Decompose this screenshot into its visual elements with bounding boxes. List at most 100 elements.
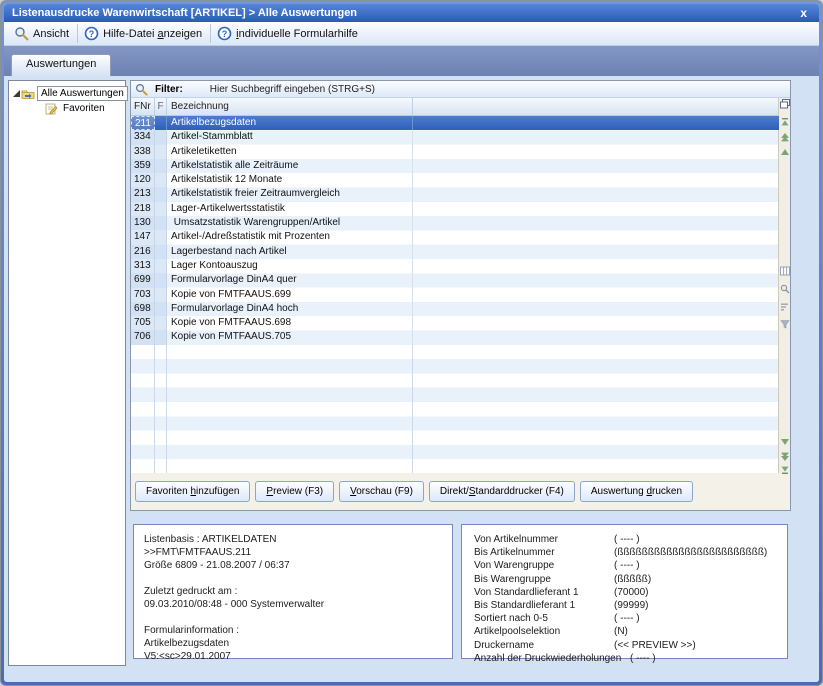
table-row[interactable]: 120 Artikelstatistik 12 Monate (131, 173, 779, 187)
toolbar-button[interactable]: ? individuelle Formularhilfe (210, 24, 366, 43)
sort-icon[interactable] (780, 302, 790, 312)
cell-bezeichnung: Artikelstatistik 12 Monate (167, 173, 413, 187)
scroll-up-icon[interactable] (780, 147, 790, 157)
filter-bar: Filter: (131, 81, 790, 98)
tree-panel: Alle Auswertungen Favoriten (8, 80, 126, 666)
scroll-page-up-icon[interactable] (780, 132, 790, 142)
table-row[interactable]: 338 Artikeletiketten (131, 145, 779, 159)
parameter-label: Sortiert nach 0-5 (474, 612, 614, 625)
columns-icon[interactable] (780, 266, 790, 276)
tree-item-label: Alle Auswertungen (37, 86, 128, 101)
cell-empty (413, 202, 779, 216)
tab-strip: Auswertungen (4, 46, 819, 76)
info-line: >>FMT\FMTFAAUS.211 (144, 546, 442, 559)
parameter-value: ( ---- ) (614, 612, 640, 625)
action-button[interactable]: Vorschau (F9) (339, 481, 424, 502)
tab-auswertungen[interactable]: Auswertungen (11, 54, 111, 76)
column-chooser-icon[interactable] (780, 99, 790, 109)
table-row[interactable]: 147 Artikel-/Adreßstatistik mit Prozente… (131, 230, 779, 244)
cell-f (155, 288, 167, 302)
cell-bezeichnung: Artikeletiketten (167, 145, 413, 159)
cell-empty (413, 259, 779, 273)
parameter-label: Anzahl der Druckwiederholungen (474, 652, 614, 665)
parameter-value: (70000) (614, 586, 648, 599)
filter-icon[interactable] (780, 319, 790, 329)
cell-bezeichnung: Kopie von FMTFAAUS.705 (167, 330, 413, 344)
info-line (144, 572, 442, 585)
parameter-label: Von Artikelnummer (474, 533, 614, 546)
table-row[interactable]: 218 Lager-Artikelwertsstatistik (131, 202, 779, 216)
action-button[interactable]: Auswertung drucken (580, 481, 693, 502)
parameter-label: Bis Standardlieferant 1 (474, 599, 614, 612)
cell-empty (413, 302, 779, 316)
table-row[interactable]: 359 Artikelstatistik alle Zeiträume (131, 159, 779, 173)
info-line: Größe 6809 - 21.08.2007 / 06:37 (144, 559, 442, 572)
cell-fnr: 211 (131, 116, 155, 130)
toolbar: Ansicht ? Hilfe-Datei anzeigen ? individ (4, 22, 819, 46)
table-row[interactable]: 130 Umsatzstatistik Warengruppen/Artikel (131, 216, 779, 230)
action-button[interactable]: Preview (F3) (255, 481, 334, 502)
cell-empty (413, 316, 779, 330)
filter-label: Filter: (155, 84, 183, 95)
toolbar-button[interactable]: ? Hilfe-Datei anzeigen (77, 24, 210, 43)
column-header-f[interactable]: F (155, 98, 167, 115)
info-line (144, 611, 442, 624)
table-row[interactable]: 213 Artikelstatistik freier Zeitraumverg… (131, 187, 779, 201)
table-row[interactable]: 313 Lager Kontoauszug (131, 259, 779, 273)
help-icon: ? (217, 26, 232, 41)
cell-fnr: 334 (131, 130, 155, 144)
table-row[interactable]: 706 Kopie von FMTFAAUS.705 (131, 330, 779, 344)
tree-item[interactable]: Alle Auswertungen (9, 86, 125, 101)
page: Alle Auswertungen Favoriten (4, 76, 819, 682)
cell-bezeichnung: Artikel-Stammblatt (167, 130, 413, 144)
parameter-label: Bis Warengruppe (474, 573, 614, 586)
cell-bezeichnung: Artikelbezugsdaten (167, 116, 413, 130)
parameter-label: Artikelpoolselektion (474, 625, 614, 638)
action-button[interactable]: Favoriten hinzufügen (135, 481, 250, 502)
svg-text:?: ? (89, 29, 95, 39)
form-info-panel: Listenbasis : ARTIKELDATEN >>FMT\FMTFAAU… (133, 524, 453, 659)
app-window: Listenausdrucke Warenwirtschaft [ARTIKEL… (0, 0, 823, 686)
cell-f (155, 187, 167, 201)
parameter-label: Von Warengruppe (474, 559, 614, 572)
cell-f (155, 273, 167, 287)
cell-empty (413, 159, 779, 173)
parameter-value: ( ---- ) (614, 533, 640, 546)
cell-fnr: 359 (131, 159, 155, 173)
window-title: Listenausdrucke Warenwirtschaft [ARTIKEL… (12, 7, 357, 19)
table-row[interactable]: 216 Lagerbestand nach Artikel (131, 245, 779, 259)
help-icon: ? (84, 26, 99, 41)
cell-fnr: 338 (131, 145, 155, 159)
cell-f (155, 330, 167, 344)
column-header-fnr[interactable]: FNr (131, 98, 155, 115)
scroll-first-icon[interactable] (780, 117, 790, 127)
table-row[interactable]: 703 Kopie von FMTFAAUS.699 (131, 288, 779, 302)
toolbar-button[interactable]: Ansicht (8, 24, 77, 43)
table-row[interactable]: 699 Formularvorlage DinA4 quer (131, 273, 779, 287)
cell-empty (413, 145, 779, 159)
table-row[interactable]: 705 Kopie von FMTFAAUS.698 (131, 316, 779, 330)
table-header: FNr F Bezeichnung (131, 98, 779, 116)
cell-f (155, 245, 167, 259)
table-row[interactable]: 334 Artikel-Stammblatt (131, 130, 779, 144)
scroll-down-icon[interactable] (780, 437, 790, 447)
column-header-empty (413, 98, 779, 115)
tree-item[interactable]: Favoriten (9, 101, 125, 116)
search-icon (135, 83, 148, 96)
close-button[interactable]: x (796, 7, 811, 19)
filter-input[interactable] (210, 84, 630, 95)
cell-f (155, 173, 167, 187)
cell-fnr: 699 (131, 273, 155, 287)
cell-fnr: 313 (131, 259, 155, 273)
table-row[interactable]: 211 Artikelbezugsdaten (131, 116, 779, 130)
cell-fnr: 698 (131, 302, 155, 316)
table-row[interactable]: 698 Formularvorlage DinA4 hoch (131, 302, 779, 316)
action-button[interactable]: Direkt/Standarddrucker (F4) (429, 481, 575, 502)
scroll-page-down-icon[interactable] (780, 452, 790, 462)
cell-empty (413, 273, 779, 287)
expander-icon[interactable] (12, 89, 21, 98)
cell-empty (413, 288, 779, 302)
scroll-last-icon[interactable] (780, 465, 790, 475)
search-icon[interactable] (780, 284, 790, 294)
column-header-bezeichnung[interactable]: Bezeichnung (167, 98, 413, 115)
